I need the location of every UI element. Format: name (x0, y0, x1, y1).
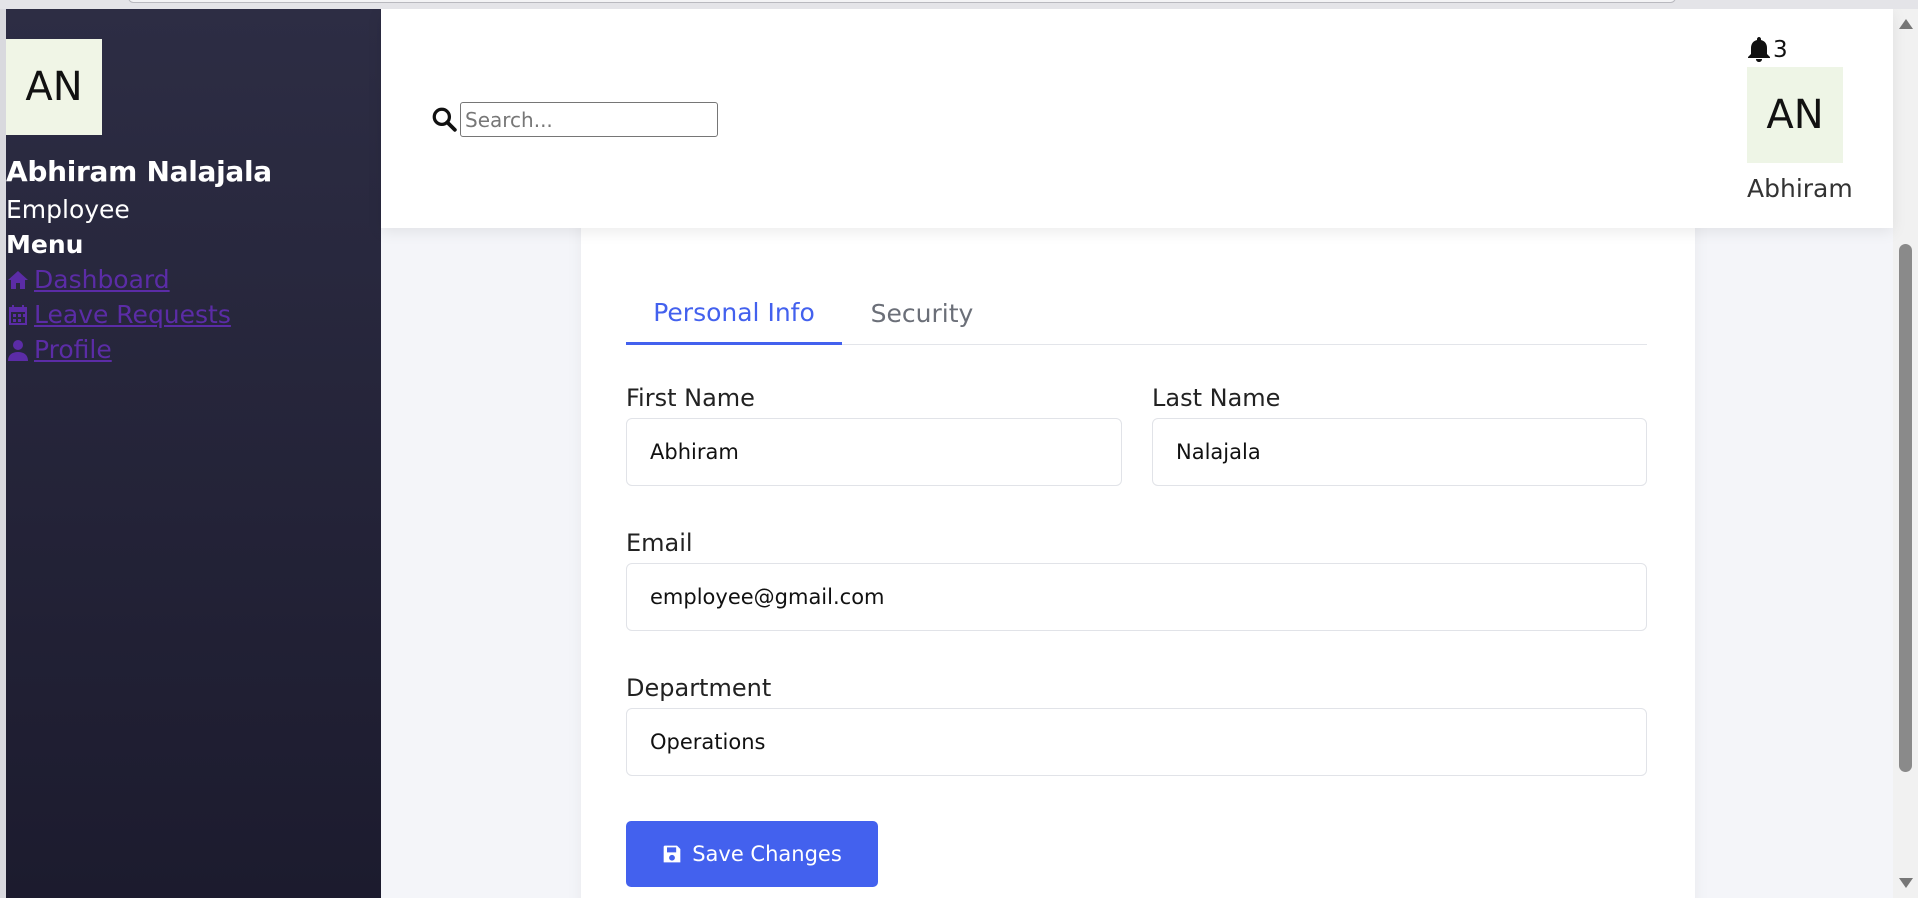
first-name-label: First Name (626, 384, 755, 412)
last-name-label: Last Name (1152, 384, 1281, 412)
save-icon (663, 845, 681, 863)
home-icon (8, 270, 28, 289)
search-icon (432, 107, 457, 132)
scroll-up-arrow-icon[interactable] (1899, 19, 1913, 29)
top-header: 3 AN Abhiram (381, 9, 1893, 228)
sidebar-item-label: Profile (34, 335, 112, 364)
tab-security[interactable]: Security (842, 282, 1002, 345)
header-avatar[interactable]: AN (1747, 67, 1843, 163)
sidebar-item-label: Leave Requests (34, 300, 231, 329)
user-icon (8, 339, 28, 361)
sidebar-item-label: Dashboard (34, 265, 170, 294)
notification-count: 3 (1773, 37, 1788, 63)
bell-icon[interactable] (1747, 36, 1771, 62)
sidebar-user-name: Abhiram Nalajala (6, 155, 272, 188)
address-bar-edge (128, 0, 1676, 3)
sidebar-avatar: AN (6, 39, 102, 135)
sidebar-menu-heading: Menu (6, 230, 84, 259)
calendar-icon (9, 304, 27, 325)
department-label: Department (626, 674, 772, 702)
browser-top-edge (0, 0, 1918, 9)
sidebar-item-leave-requests[interactable]: Leave Requests (6, 300, 231, 329)
scroll-down-arrow-icon[interactable] (1899, 878, 1913, 888)
sidebar-item-dashboard[interactable]: Dashboard (6, 265, 170, 294)
profile-card: Personal Info Security First Name Last N… (581, 159, 1695, 898)
email-label: Email (626, 529, 693, 557)
email-field[interactable] (626, 563, 1647, 631)
save-button-label: Save Changes (692, 842, 842, 866)
header-user-name: Abhiram (1747, 174, 1853, 203)
save-changes-button[interactable]: Save Changes (626, 821, 878, 887)
sidebar-item-profile[interactable]: Profile (6, 335, 112, 364)
page-viewport: AN Abhiram Nalajala Employee Menu Dashbo… (6, 9, 1918, 898)
sidebar: AN Abhiram Nalajala Employee Menu Dashbo… (6, 9, 381, 898)
first-name-field[interactable] (626, 418, 1122, 486)
tab-personal-info[interactable]: Personal Info (626, 282, 842, 345)
last-name-field[interactable] (1152, 418, 1647, 486)
search-input[interactable] (460, 102, 718, 137)
vertical-scrollbar[interactable] (1893, 9, 1918, 898)
department-field[interactable] (626, 708, 1647, 776)
profile-tabs: Personal Info Security (626, 282, 1647, 345)
scrollbar-thumb[interactable] (1899, 244, 1912, 772)
sidebar-user-role: Employee (6, 195, 130, 224)
